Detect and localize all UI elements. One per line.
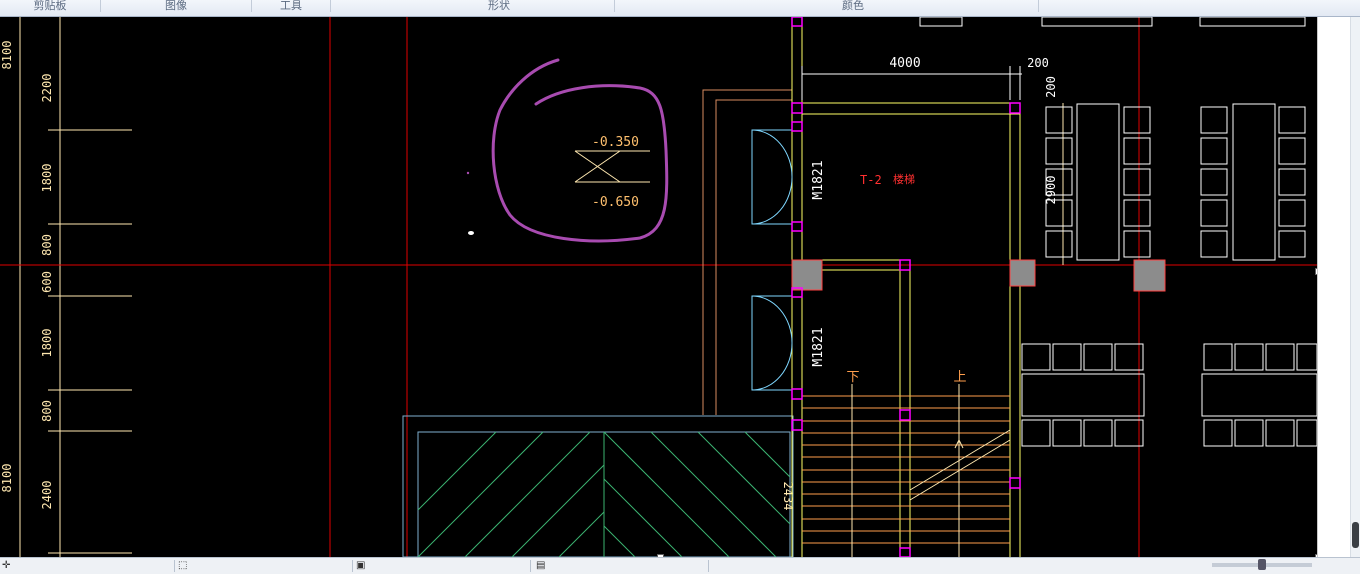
dim-4000-label: 4000	[889, 56, 920, 71]
dim-600: 600	[40, 271, 54, 293]
dim-200-side-label: 200	[1044, 76, 1058, 98]
drawing-canvas[interactable]: 2200 1800 800 600 1800 800 2400 8100 810…	[0, 17, 1317, 557]
elevation-symbol	[574, 150, 650, 183]
canvas-margin	[1317, 17, 1327, 557]
status-image-size: ▣	[356, 559, 526, 573]
left-dimension-chain	[40, 17, 148, 557]
dim-800: 800	[40, 234, 54, 256]
image-size-icon: ▣	[356, 560, 366, 571]
status-separator	[530, 560, 531, 572]
stair-down-label: 下	[846, 370, 859, 385]
ribbon-group-clipboard[interactable]: 剪贴板	[0, 0, 100, 16]
status-bar: ✛ ⬚ ▣ ▤	[0, 557, 1360, 574]
wall-label-2434: 2434	[781, 482, 795, 511]
dimension-4000	[801, 66, 1022, 100]
status-separator	[352, 560, 353, 572]
furniture-upper	[919, 17, 1306, 261]
white-dot	[468, 231, 474, 235]
zoom-icon: ▤	[536, 560, 546, 571]
vertical-scrollbar[interactable]	[1350, 17, 1360, 557]
dim-1800-b: 1800	[40, 329, 54, 358]
status-file-size: ▤	[536, 559, 706, 573]
ribbon-separator	[330, 0, 331, 12]
corridor-outline	[702, 89, 792, 415]
dim-1800: 1800	[40, 164, 54, 193]
freehand-circle-annotation	[491, 58, 669, 243]
axis-lines	[0, 17, 1317, 557]
door-2	[751, 295, 793, 391]
elevation-top-label: -0.350	[592, 135, 639, 150]
dim-2200: 2200	[40, 74, 54, 103]
dim-8100-top: 8100	[0, 41, 14, 70]
elevation-bottom-label: -0.650	[592, 195, 639, 210]
zoom-slider-thumb[interactable]	[1258, 559, 1266, 570]
vertical-scrollbar-thumb[interactable]	[1352, 522, 1359, 548]
ribbon-group-colors[interactable]: 颜色	[668, 0, 1038, 16]
stair-treads	[802, 395, 1010, 544]
status-separator	[708, 560, 709, 572]
door-1	[751, 129, 793, 225]
dim-200-label: 200	[1027, 56, 1049, 70]
ribbon-group-labels: 剪贴板 图像 工具 形状 颜色	[0, 0, 1360, 17]
stair-code-label: T-2	[860, 173, 882, 187]
ribbon-group-image[interactable]: 图像	[101, 0, 251, 16]
ribbon-separator	[1038, 0, 1039, 12]
stair-up-label: 上	[953, 370, 966, 385]
dim-800-b: 800	[40, 400, 54, 422]
status-selection-size: ⬚	[178, 559, 348, 573]
annotation-dot	[466, 171, 470, 175]
ribbon-separator	[614, 0, 615, 12]
wall-joints	[791, 17, 1021, 557]
furniture-lower	[1021, 343, 1317, 447]
status-separator	[174, 560, 175, 572]
ribbon-group-tools[interactable]: 工具	[252, 0, 330, 16]
selection-size-icon: ⬚	[178, 560, 188, 571]
dim-8100-bottom: 8100	[0, 464, 14, 493]
cursor-position-icon: ✛	[2, 560, 11, 571]
door-label-m1821-b: M1821	[811, 327, 826, 366]
hatched-slab	[402, 415, 794, 557]
status-cursor-position: ✛	[2, 559, 170, 573]
door-label-m1821-a: M1821	[811, 160, 826, 199]
dim-2400: 2400	[40, 481, 54, 510]
ribbon-group-shapes[interactable]: 形状	[384, 0, 614, 16]
stair-name-label: 楼梯	[893, 172, 915, 186]
